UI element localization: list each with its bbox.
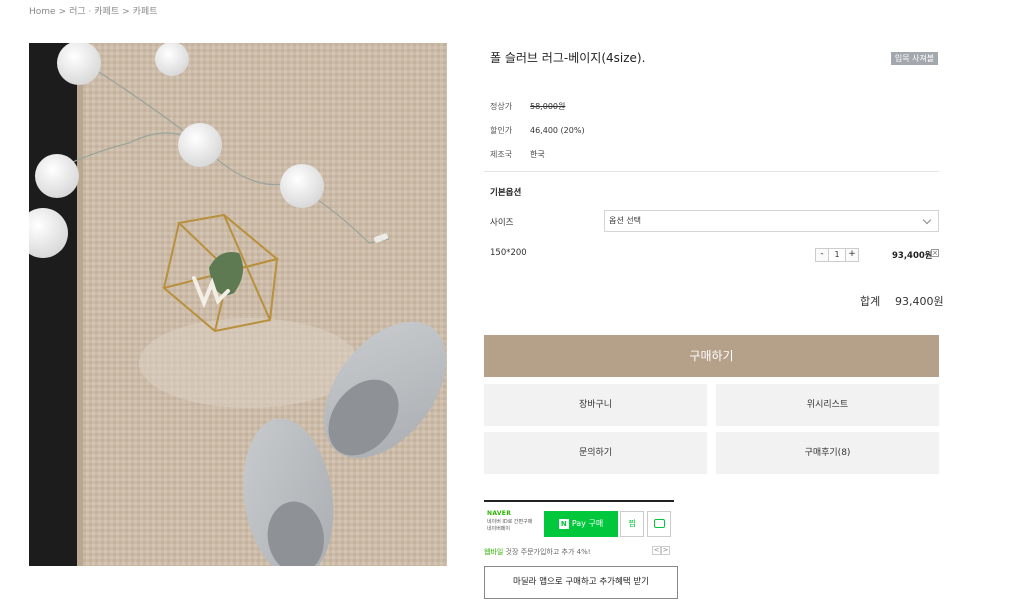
spec-regular-price: 정상가 58,000원 xyxy=(490,101,565,112)
promo-text: 것장 주문가입하고 추가 4%! xyxy=(503,548,591,556)
chevron-down-icon xyxy=(922,215,932,225)
naver-pay-desc-line1: 네이버 ID로 간편구매 xyxy=(487,519,533,525)
inquiry-button[interactable]: 문의하기 xyxy=(484,432,707,474)
selected-option-price: 93,400원 xyxy=(892,251,933,261)
product-title: 폴 슬러브 러그-베이지(4size). xyxy=(490,51,646,65)
quantity-decrease-button[interactable]: - xyxy=(815,248,829,262)
naver-pay-promo: 웹바일 것장 주문가입하고 추가 4%! xyxy=(484,547,591,557)
product-image xyxy=(29,43,447,566)
naver-pay-description: 네이버 ID로 간편구매 네이버페이 xyxy=(487,519,545,533)
breadcrumb-rug-carpet[interactable]: 러그 · 카페트 xyxy=(69,7,119,17)
breadcrumb: Home > 러그 · 카페트 > 카페트 xyxy=(29,4,158,17)
option-heading: 기본옵션 xyxy=(490,188,522,198)
regular-price-value: 58,000원 xyxy=(530,102,566,111)
remove-icon[interactable]: × xyxy=(931,249,939,257)
sale-price-value: 46,400 (20%) xyxy=(530,126,585,135)
naver-pay-desc-line2: 네이버페이 xyxy=(487,526,511,532)
naver-brand-label: NAVER xyxy=(487,510,512,517)
breadcrumb-carpet[interactable]: 카페트 xyxy=(133,7,158,17)
quantity-increase-button[interactable]: + xyxy=(845,248,859,262)
spec-label: 할인가 xyxy=(490,126,513,135)
size-label: 사이즈 xyxy=(490,218,514,228)
talk-bubble-icon xyxy=(654,519,665,528)
naver-pay-logo-icon: N xyxy=(558,518,569,529)
total-label: 합계 xyxy=(860,295,881,308)
quantity-value[interactable]: 1 xyxy=(829,248,845,262)
promo-highlight: 웹바일 xyxy=(484,548,504,556)
naver-pay-label: Pay 구매 xyxy=(571,519,604,528)
total-value: 93,400원 xyxy=(895,295,944,308)
promo-prev-button[interactable]: < xyxy=(652,546,661,555)
breadcrumb-home[interactable]: Home xyxy=(29,7,56,17)
quantity-stepper: - 1 + xyxy=(815,248,859,262)
naver-pay-widget: NAVER 네이버 ID로 간편구매 네이버페이 N Pay 구매 찜 xyxy=(484,500,674,540)
buy-button[interactable]: 구매하기 xyxy=(484,335,939,377)
size-select-value: 옵션 선택 xyxy=(609,216,641,225)
naver-pay-button[interactable]: N Pay 구매 xyxy=(544,511,618,537)
selected-option-size: 150*200 xyxy=(490,248,527,258)
import-badge[interactable]: 입목 사져볼 xyxy=(891,52,938,65)
product-info-panel: 폴 슬러브 러그-베이지(4size). 입목 사져볼 정상가 58,000원 할… xyxy=(484,0,944,615)
breadcrumb-separator: > xyxy=(122,7,130,17)
app-benefit-button[interactable]: 마딜라 앱으로 구매하고 추가혜택 받기 xyxy=(484,566,678,599)
wishlist-button[interactable]: 위시리스트 xyxy=(716,384,939,426)
breadcrumb-separator: > xyxy=(58,7,67,17)
reviews-button[interactable]: 구매후기(8) xyxy=(716,432,939,474)
naver-zzim-button[interactable]: 찜 xyxy=(620,511,644,537)
cart-button[interactable]: 장바구니 xyxy=(484,384,707,426)
origin-value: 한국 xyxy=(530,150,545,159)
spec-sale-price: 할인가 46,400 (20%) xyxy=(490,125,585,136)
spec-label: 정상가 xyxy=(490,102,513,111)
promo-next-button[interactable]: > xyxy=(661,546,670,555)
spec-label: 제조국 xyxy=(490,150,513,159)
promo-pager: < > xyxy=(652,546,670,555)
naver-talk-button[interactable] xyxy=(647,511,671,537)
size-select[interactable]: 옵션 선택 xyxy=(604,210,939,232)
spec-origin: 제조국 한국 xyxy=(490,149,545,160)
divider xyxy=(484,171,939,172)
